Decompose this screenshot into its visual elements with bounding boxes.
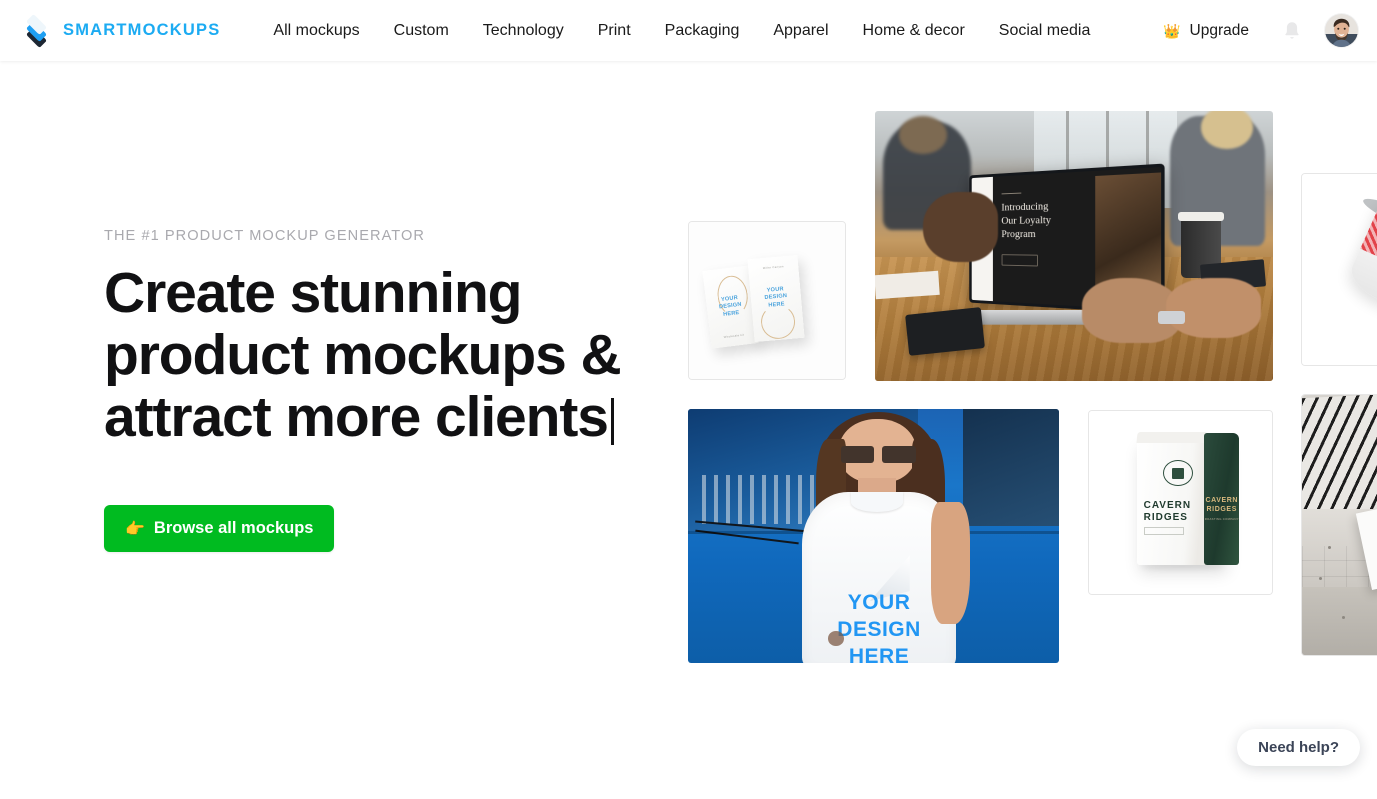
business-cards-art: YOUR DESIGN HERE Wholesale kit Miller Cany… [689,222,845,379]
card-footnote: Wholesale kit [723,333,745,340]
upgrade-label: Upgrade [1189,21,1249,39]
coffee-bag-art: CAVERN RIDGES ROASTING COMPANY CAVERN RID… [1089,411,1272,594]
coffee-bag-side-sub: ROASTING COMPANY [1204,517,1239,522]
bell-icon[interactable] [1282,20,1302,42]
laptop-meeting-mockup[interactable]: Introducing Our Loyalty Program [875,111,1273,381]
site-header: SMARTMOCKUPS All mockups Custom Technolo… [0,0,1377,61]
need-help-button[interactable]: Need help? [1237,729,1360,766]
business-cards-mockup[interactable]: YOUR DESIGN HERE Wholesale kit Miller Cany… [688,221,846,380]
card-back: Miller Canyon YOUR DESIGN HERE [747,254,805,343]
nav-item-apparel[interactable]: Apparel [756,22,845,40]
architectural-sign-art: C [1302,395,1377,655]
paper-cup-mockup[interactable] [1301,173,1377,366]
nav-item-print[interactable]: Print [581,22,648,40]
coffee-bag-mockup[interactable]: CAVERN RIDGES ROASTING COMPANY CAVERN RID… [1088,410,1273,595]
mockup-gallery: YOUR DESIGN HERE Wholesale kit Miller Cany… [0,0,1377,799]
coffee-bag-side-brand: CAVERN RIDGES [1205,497,1239,514]
coffee-bag-side-panel: CAVERN RIDGES ROASTING COMPANY [1204,432,1240,565]
avatar[interactable] [1325,14,1358,47]
nav-item-technology[interactable]: Technology [466,22,581,40]
nav-item-packaging[interactable]: Packaging [648,22,757,40]
tshirt-woman-van-mockup[interactable]: YOUR DESIGN HERE [688,409,1059,663]
nav-item-custom[interactable]: Custom [377,22,466,40]
coffee-bag-brand: CAVERN RIDGES [1143,499,1192,523]
need-help-label: Need help? [1258,739,1339,756]
nav-item-home-decor[interactable]: Home & decor [846,22,982,40]
layers-stack-icon [21,13,52,48]
card-brandline: Miller Canyon [762,265,784,271]
laptop-screen-title: Introducing Our Loyalty Program [1000,201,1051,241]
laptop-meeting-photo: Introducing Our Loyalty Program [875,111,1273,381]
architectural-sign-mockup[interactable]: C [1301,394,1377,656]
header-actions: 👑 Upgrade [1163,14,1358,47]
brand-name: SMARTMOCKUPS [63,21,221,39]
coffee-bag-stamp-icon [1162,460,1193,487]
nav-item-all-mockups[interactable]: All mockups [256,22,376,40]
nav-item-social-media[interactable]: Social media [982,22,1108,40]
card-overlay-text: YOUR DESIGN HERE [718,295,743,318]
paper-cup-art [1302,174,1377,365]
crown-icon: 👑 [1163,22,1181,39]
tshirt-photo: YOUR DESIGN HERE [688,409,1059,663]
brand-logo[interactable]: SMARTMOCKUPS [21,13,221,48]
card-overlay-text-2: YOUR DESIGN HERE [764,286,788,309]
main-nav: All mockups Custom Technology Print Pack… [256,22,1107,40]
upgrade-button[interactable]: 👑 Upgrade [1163,22,1249,40]
